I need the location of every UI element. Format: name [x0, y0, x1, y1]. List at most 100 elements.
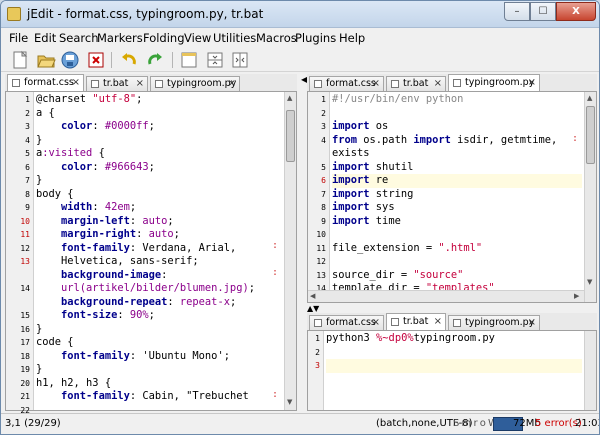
code-line[interactable]: font-size: 90%; — [36, 309, 282, 323]
tab-typingroom-py[interactable]: typingroom.py × — [448, 74, 540, 91]
minimize-button[interactable]: – — [504, 2, 530, 21]
code-line[interactable]: import os — [332, 120, 582, 134]
tab-format-css[interactable]: format.css × — [7, 74, 84, 91]
code-line[interactable]: font-family: 'Ubuntu Mono'; — [36, 350, 282, 364]
tab-typingroom-py[interactable]: typingroom.py × — [448, 315, 540, 330]
menu-markers[interactable]: Markers — [97, 31, 143, 45]
code-line[interactable]: color: #0000ff; — [36, 120, 282, 134]
save-icon[interactable] — [60, 50, 80, 70]
tab-close-icon[interactable]: × — [72, 75, 80, 90]
code-line[interactable]: @charset "utf-8"; — [36, 93, 282, 107]
new-view-icon[interactable] — [179, 50, 199, 70]
split-icon[interactable] — [205, 50, 225, 70]
tab-close-icon[interactable]: × — [372, 77, 380, 90]
menu-utilities[interactable]: Utilities — [213, 31, 256, 45]
tab-format-css[interactable]: format.css × — [309, 76, 384, 91]
code-line[interactable]: font-family: Cabin, "Trebuchet — [36, 390, 282, 404]
code-line[interactable]: from os.path import isdir, getmtime, — [332, 134, 582, 148]
tab-close-icon[interactable]: × — [372, 316, 380, 329]
menu-plugins[interactable]: Plugins — [295, 31, 336, 45]
menu-file[interactable]: File — [9, 31, 28, 45]
buffer-checkbox[interactable] — [453, 79, 461, 87]
buffer-checkbox[interactable] — [91, 80, 99, 88]
scroll-left-icon[interactable]: ◀ — [310, 292, 315, 300]
split-up-arrow-icon[interactable]: ▲▼ — [307, 304, 319, 313]
code-line[interactable] — [332, 228, 582, 242]
buffer-checkbox[interactable] — [391, 318, 399, 326]
code-line[interactable]: python3 %~dp0%typingroom.py — [326, 332, 582, 346]
right-bottom-text-area[interactable]: python3 %~dp0%typingroom.py — [326, 332, 584, 373]
buffer-checkbox[interactable] — [12, 79, 20, 87]
code-line[interactable] — [326, 346, 582, 360]
code-line[interactable]: Helvetica, sans-serif; — [36, 255, 282, 269]
caret-position[interactable]: 3,1 (29/29) — [5, 418, 61, 429]
code-line[interactable]: file_extension = ".html" — [332, 242, 582, 256]
code-line[interactable]: background-image: — [36, 269, 282, 283]
buffer-checkbox[interactable] — [314, 319, 322, 327]
tab-close-icon[interactable]: × — [136, 77, 144, 90]
split-vertical-icon[interactable] — [230, 50, 250, 70]
redo-icon[interactable] — [145, 50, 165, 70]
code-line[interactable]: } — [36, 174, 282, 188]
tab-close-icon[interactable]: × — [434, 314, 442, 329]
code-line[interactable]: color: #966643; — [36, 161, 282, 175]
scroll-right-icon[interactable]: ▶ — [574, 292, 579, 300]
tab-close-icon[interactable]: × — [434, 77, 442, 90]
open-folder-icon[interactable] — [36, 50, 56, 70]
code-line[interactable]: source_dir = "source" — [332, 269, 582, 283]
code-line[interactable]: margin-left: auto; — [36, 215, 282, 229]
code-line[interactable]: import string — [332, 188, 582, 202]
menu-folding[interactable]: Folding — [143, 31, 185, 45]
scroll-up-icon[interactable]: ▲ — [587, 94, 592, 102]
code-line[interactable]: import time — [332, 215, 582, 229]
tab-typingroom-py[interactable]: typingroom.py × — [150, 76, 240, 91]
left-vertical-scrollbar[interactable]: ▲ ▼ — [284, 92, 296, 410]
right-top-gutter[interactable]: 1 2 3 4 5 6 7 8 9 10 11 12 13 14 — [308, 92, 330, 293]
left-gutter[interactable]: 1 2 3 4 5 6 7 8 9 10 11 12 13 14 15 16 17 18 19 20 21 22 — [6, 92, 34, 415]
tab-tr-bat[interactable]: tr.bat × — [386, 76, 446, 91]
code-line[interactable]: import sys — [332, 201, 582, 215]
code-line[interactable]: } — [36, 134, 282, 148]
tab-close-icon[interactable]: × — [528, 75, 536, 90]
code-line[interactable]: code { — [36, 336, 282, 350]
right-bottom-editor-pane[interactable]: 1 2 3 python3 %~dp0%typingroom.py — [307, 330, 597, 411]
right-bottom-gutter[interactable]: 1 2 3 — [308, 331, 324, 410]
title-bar[interactable]: jEdit - format.css, typingroom.py, tr.ba… — [1, 1, 599, 28]
code-line[interactable]: #!/usr/bin/env python — [332, 93, 582, 107]
menu-edit[interactable]: Edit — [34, 31, 56, 45]
scroll-down-icon[interactable]: ▼ — [587, 278, 592, 286]
code-line[interactable]: import re — [332, 174, 582, 188]
menu-search[interactable]: Search — [59, 31, 99, 45]
code-line[interactable]: h1, h2, h3 { — [36, 377, 282, 391]
code-line[interactable]: margin-right: auto; — [36, 228, 282, 242]
code-line[interactable]: a { — [36, 107, 282, 121]
tab-format-css[interactable]: format.css × — [309, 315, 384, 330]
right-top-text-area[interactable]: #!/usr/bin/env python import os from os.p… — [332, 93, 582, 296]
right-bottom-vertical-scrollbar[interactable] — [584, 331, 596, 410]
menu-help[interactable]: Help — [339, 31, 365, 45]
code-line[interactable]: a:visited { — [36, 147, 282, 161]
buffer-checkbox[interactable] — [453, 319, 461, 327]
code-line[interactable] — [332, 107, 582, 121]
code-line[interactable]: import shutil — [332, 161, 582, 175]
code-line[interactable]: exists — [332, 147, 582, 161]
buffer-checkbox[interactable] — [314, 80, 322, 88]
maximize-button[interactable]: ☐ — [530, 2, 556, 21]
code-line[interactable]: background-repeat: repeat-x; — [36, 296, 282, 310]
code-line[interactable]: body { — [36, 188, 282, 202]
code-line[interactable]: } — [36, 323, 282, 337]
code-line[interactable] — [326, 359, 582, 373]
code-line[interactable]: } — [36, 363, 282, 377]
undo-icon[interactable] — [119, 50, 139, 70]
scroll-thumb[interactable] — [286, 110, 295, 162]
tab-tr-bat[interactable]: tr.bat × — [386, 313, 446, 330]
right-top-editor-pane[interactable]: 1 2 3 4 5 6 7 8 9 10 11 12 13 14 #!/usr/bin/env pytho… — [307, 91, 597, 303]
right-top-horizontal-scrollbar[interactable]: ◀ ▶ — [308, 290, 584, 302]
close-buffer-icon[interactable] — [86, 50, 106, 70]
code-line[interactable]: url(artikel/bilder/blumen.jpg); — [36, 282, 282, 296]
scroll-up-icon[interactable]: ▲ — [287, 94, 292, 102]
right-top-vertical-scrollbar[interactable]: ▲ ▼ — [584, 92, 596, 302]
buffer-checkbox[interactable] — [155, 80, 163, 88]
new-file-icon[interactable] — [10, 50, 30, 70]
code-line[interactable]: width: 42em; — [36, 201, 282, 215]
